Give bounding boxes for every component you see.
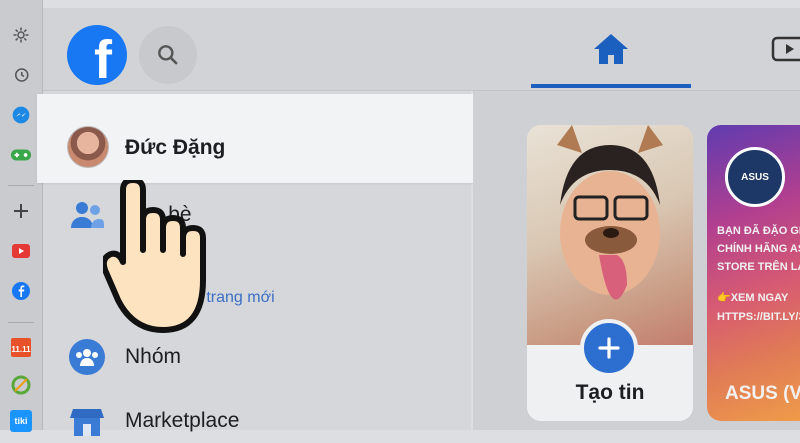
logo-text: ASUS xyxy=(741,171,769,183)
messenger-icon[interactable] xyxy=(10,104,32,126)
ad-text-line: BẠN ĐÃ ĐẶO GIAI xyxy=(717,225,800,237)
groups-icon xyxy=(69,339,105,375)
friends-icon xyxy=(69,197,105,233)
profile-name: Đức Đặng xyxy=(125,136,226,159)
nav-item-label: Marketplace xyxy=(125,409,240,432)
tab-watch[interactable] xyxy=(771,8,800,90)
browser-sidebar: 11.11 tiki xyxy=(0,0,43,432)
leaf-icon[interactable] xyxy=(10,374,32,396)
facebook-icon[interactable] xyxy=(10,280,32,302)
divider xyxy=(8,322,34,323)
gamepad-icon[interactable] xyxy=(10,144,32,166)
sponsored-story-card[interactable]: ASUS BẠN ĐÃ ĐẶO GIAI CHÍNH HÃNG ASUS STO… xyxy=(707,125,800,421)
nav-item-groups[interactable]: Nhóm xyxy=(69,335,181,379)
video-icon xyxy=(771,36,800,62)
plus-icon[interactable] xyxy=(10,200,32,222)
ad-text-line: 👉XEM NGAY xyxy=(717,292,789,304)
plus-icon xyxy=(598,337,620,359)
profile-link[interactable]: Đức Đặng xyxy=(37,94,474,183)
tiki-label: tiki xyxy=(14,416,28,426)
active-tab-indicator xyxy=(531,84,691,88)
create-story-card[interactable]: Tạo tin xyxy=(527,125,693,421)
gear-icon[interactable] xyxy=(10,24,32,46)
marketplace-icon xyxy=(69,403,105,439)
ad-text-line: CHÍNH HÃNG ASUS xyxy=(717,243,800,255)
calendar-label: 11.11 xyxy=(11,345,31,354)
main-feed: Tạo tin ASUS BẠN ĐÃ ĐẶO GIAI CHÍNH HÃNG … xyxy=(473,91,800,430)
ad-text-line: HTTPS://BIT.LY/3 xyxy=(717,311,800,323)
ad-text-line: STORE TRÊN LAZ xyxy=(717,261,800,273)
search-button[interactable] xyxy=(139,26,197,84)
logo-letter: f xyxy=(94,30,112,85)
pointing-hand-icon xyxy=(103,180,206,333)
top-navbar: f xyxy=(43,8,800,91)
ad-title: ASUS (V xyxy=(725,383,800,404)
facebook-page: f Bạn bè u trang mới Nhóm xyxy=(37,0,800,436)
search-icon xyxy=(158,45,178,65)
add-story-button[interactable] xyxy=(580,319,638,377)
history-icon[interactable] xyxy=(10,64,32,86)
youtube-icon[interactable] xyxy=(10,240,32,262)
facebook-logo[interactable]: f xyxy=(67,25,127,85)
tiki-icon[interactable]: tiki xyxy=(10,410,32,432)
divider xyxy=(8,185,34,186)
create-story-label: Tạo tin xyxy=(575,381,645,404)
story-photo xyxy=(527,125,693,345)
home-icon xyxy=(594,34,628,64)
tab-home[interactable] xyxy=(531,8,691,90)
calendar-icon[interactable]: 11.11 xyxy=(10,336,32,358)
nav-item-label: Nhóm xyxy=(125,345,182,368)
asus-logo: ASUS xyxy=(725,147,785,207)
avatar xyxy=(67,126,109,168)
nav-item-marketplace[interactable]: Marketplace xyxy=(69,399,239,443)
